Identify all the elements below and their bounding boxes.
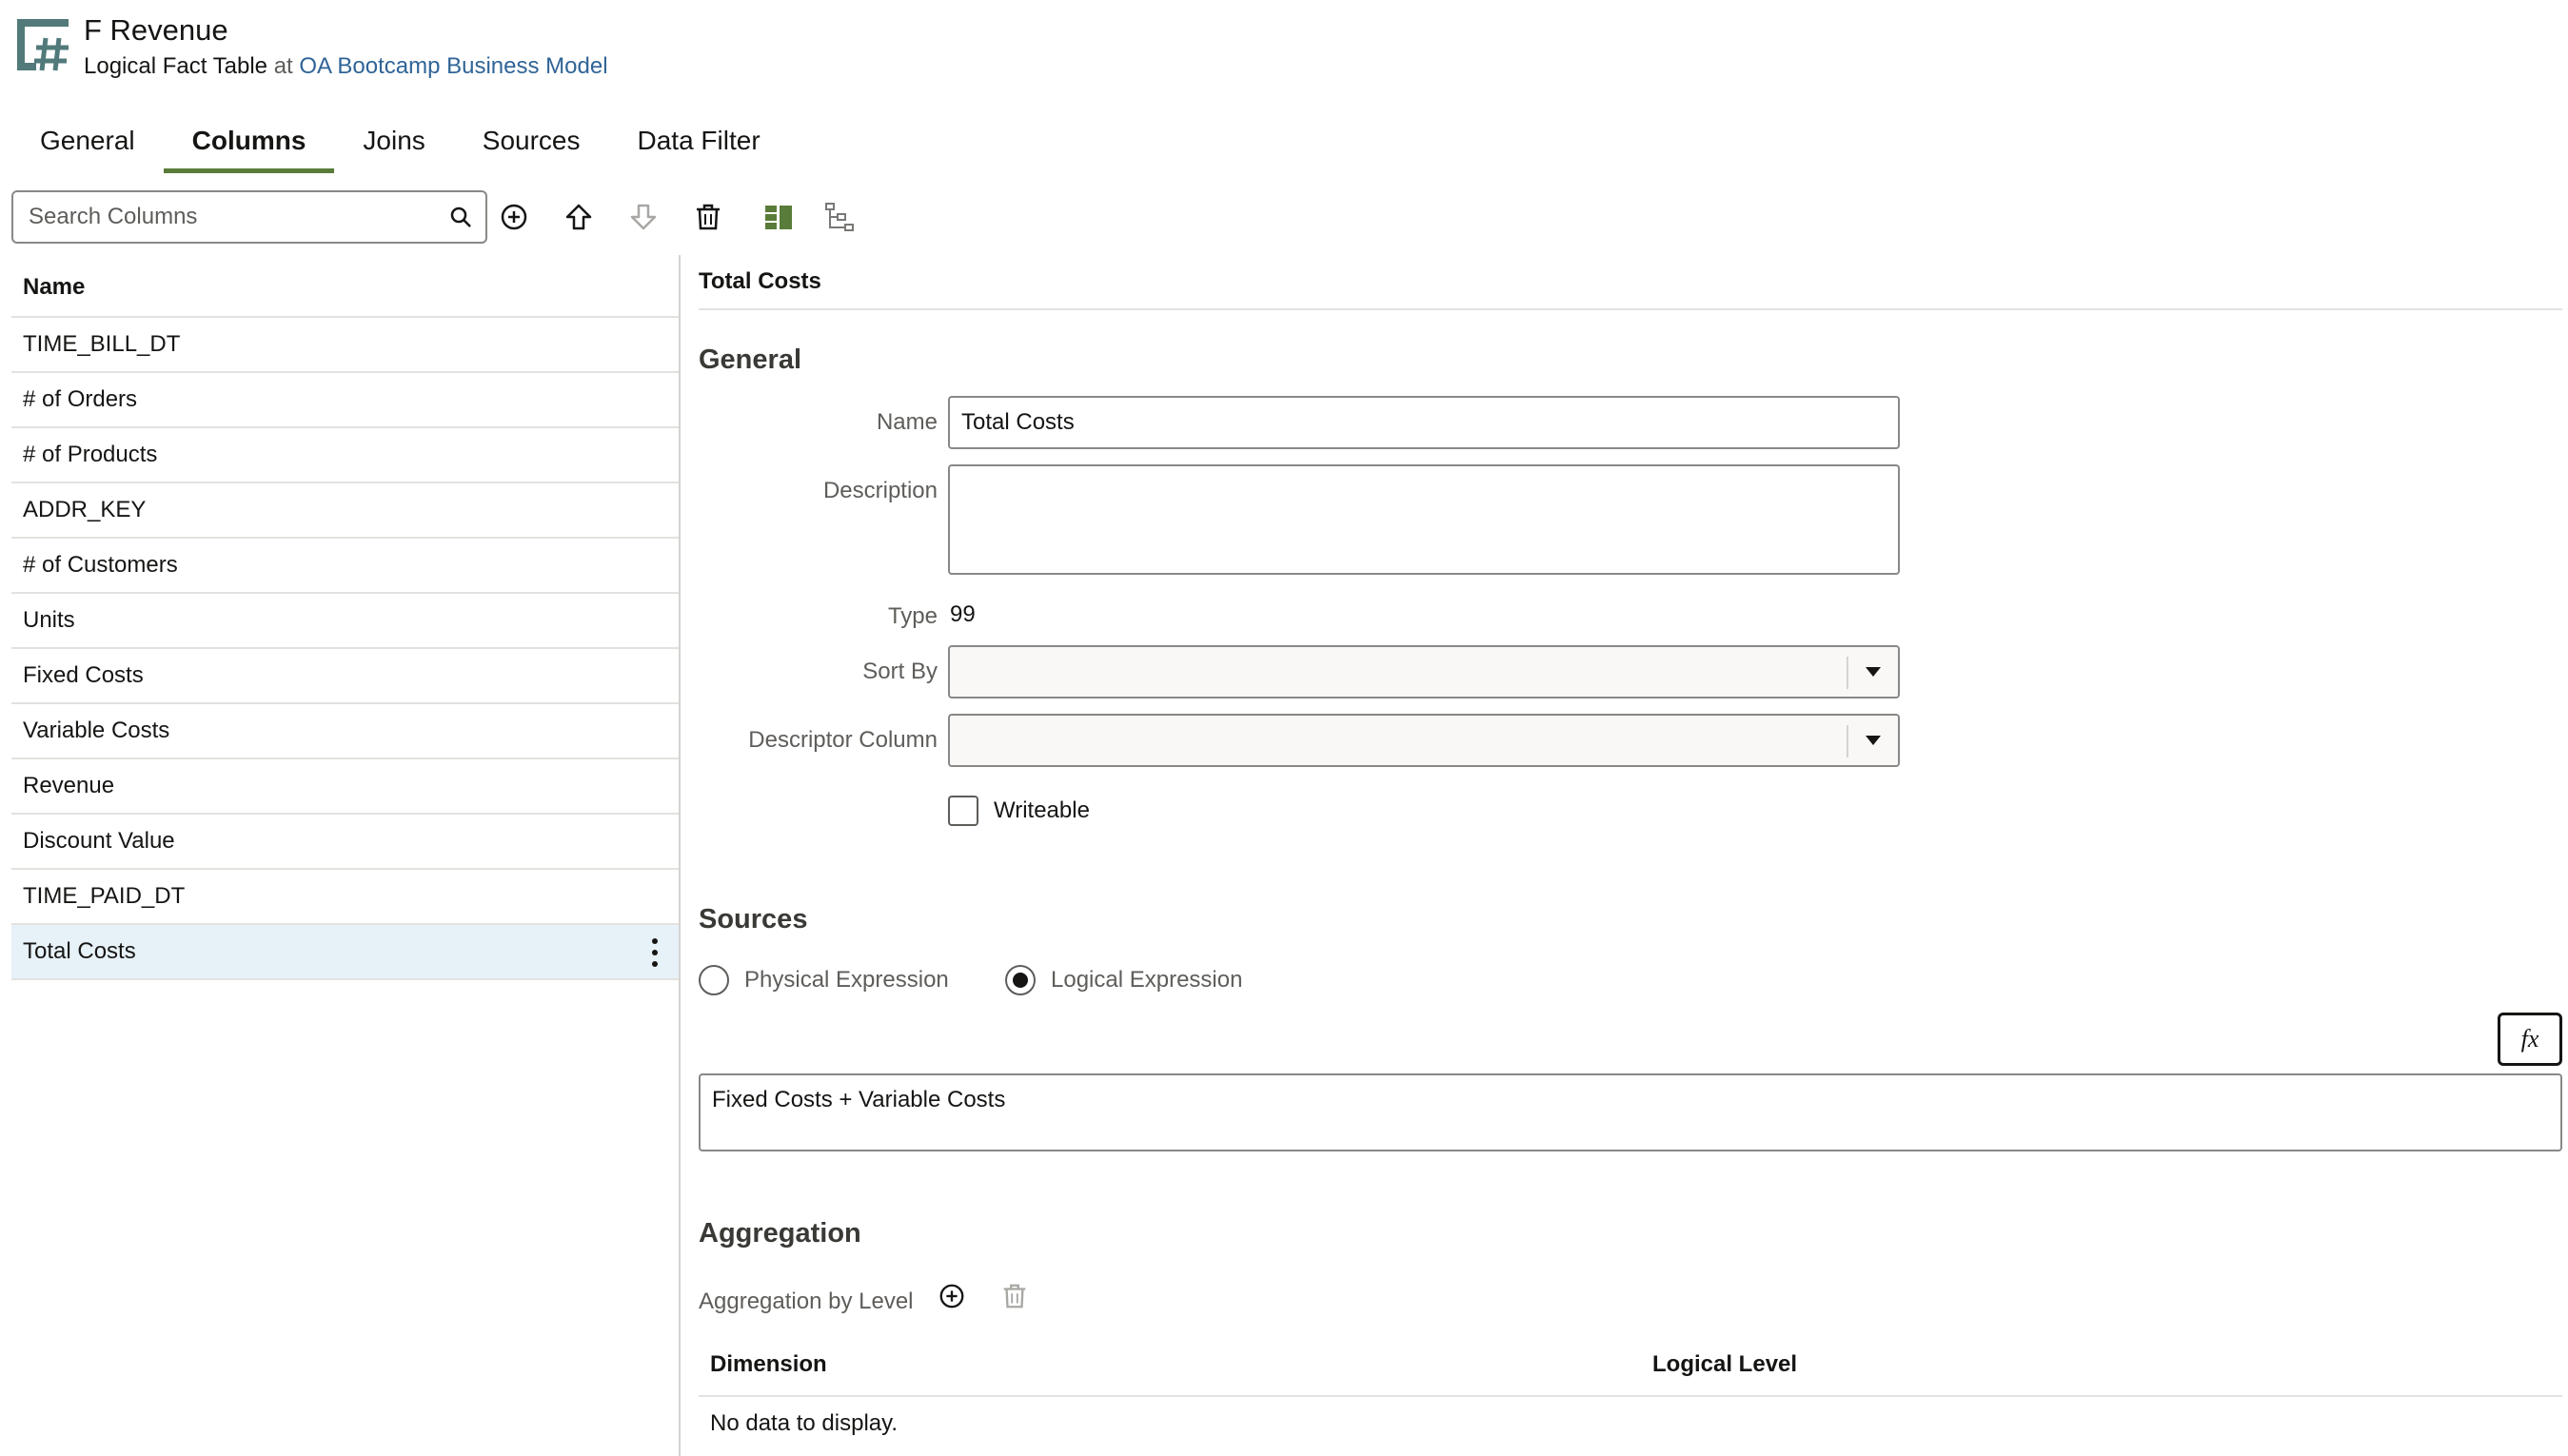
logical-expression-radio[interactable] [1005, 965, 1036, 995]
column-header-logical-level[interactable]: Logical Level [1652, 1351, 1797, 1378]
detail-divider [699, 308, 2562, 310]
tab-joins[interactable]: Joins [334, 118, 453, 173]
list-item[interactable]: # of Customers [11, 539, 680, 594]
page-title: F Revenue [84, 13, 228, 47]
arrow-down-icon [630, 204, 657, 230]
list-item[interactable]: Variable Costs [11, 704, 680, 759]
list-item[interactable]: ADDR_KEY [11, 483, 680, 539]
list-item-label: # of Orders [23, 386, 138, 412]
list-item[interactable]: Fixed Costs [11, 649, 680, 704]
pane-divider[interactable] [679, 255, 681, 1456]
descriptor-column-label: Descriptor Column [748, 727, 938, 753]
list-item-label: Units [23, 607, 75, 633]
move-up-button[interactable] [560, 198, 598, 236]
list-item-label: TIME_PAID_DT [23, 883, 186, 909]
list-item-label: Revenue [23, 773, 115, 798]
object-type-label: Logical Fact Table [84, 53, 268, 79]
description-field [948, 464, 1900, 575]
aggregation-by-level-label: Aggregation by Level [699, 1289, 914, 1314]
empty-table-message: No data to display. [710, 1410, 899, 1436]
name-input[interactable] [950, 398, 1898, 447]
delete-column-button[interactable] [689, 198, 727, 236]
expression-field[interactable]: Fixed Costs + Variable Costs [699, 1073, 2562, 1151]
physical-expression-label: Physical Expression [744, 967, 949, 993]
logical-fact-table-icon [17, 19, 69, 71]
tab-sources[interactable]: Sources [454, 118, 609, 173]
name-label: Name [876, 409, 938, 435]
list-item-selected[interactable]: Total Costs [11, 925, 680, 980]
more-actions-icon[interactable] [649, 936, 661, 969]
general-section-heading: General [699, 344, 801, 375]
writeable-checkbox[interactable] [948, 796, 978, 826]
list-item-label: # of Customers [23, 552, 178, 578]
sort-by-label: Sort By [862, 659, 938, 684]
select-separator [1847, 725, 1848, 758]
list-item-label: TIME_BILL_DT [23, 331, 181, 357]
writeable-label: Writeable [994, 797, 1090, 823]
sort-by-select[interactable] [948, 645, 1900, 698]
tab-bar: General Columns Joins Sources Data Filte… [11, 118, 789, 173]
chevron-down-icon [1866, 667, 1881, 677]
list-detail-view-icon [765, 206, 792, 229]
table-header-divider [699, 1395, 2562, 1397]
list-item[interactable]: # of Products [11, 428, 680, 483]
list-item-label: Variable Costs [23, 718, 170, 743]
tab-columns[interactable]: Columns [163, 118, 335, 173]
trash-icon [697, 204, 720, 230]
list-item[interactable]: # of Orders [11, 373, 680, 428]
add-circle-icon [501, 204, 527, 230]
trash-icon [1003, 1284, 1026, 1308]
physical-expression-radio[interactable] [699, 965, 729, 995]
hierarchy-view-toggle[interactable] [820, 198, 859, 236]
expression-editor-button[interactable]: fx [2498, 1013, 2562, 1066]
delete-aggregation-level-button[interactable] [996, 1277, 1034, 1315]
type-value: 99 [950, 601, 976, 627]
type-label: Type [887, 603, 938, 629]
name-field [948, 396, 1900, 449]
business-model-link[interactable]: OA Bootcamp Business Model [299, 53, 607, 79]
list-item[interactable]: Revenue [11, 759, 680, 815]
list-item-label: Fixed Costs [23, 662, 144, 688]
select-separator [1847, 657, 1848, 689]
columns-list: Name TIME_BILL_DT # of Orders # of Produ… [11, 255, 680, 1456]
column-header-dimension[interactable]: Dimension [710, 1351, 827, 1378]
arrow-up-icon [565, 204, 592, 230]
page-subtitle: Logical Fact Table at OA Bootcamp Busine… [84, 53, 608, 80]
app-root: F Revenue Logical Fact Table at OA Bootc… [0, 0, 2568, 1456]
sources-section-heading: Sources [699, 904, 808, 935]
description-label: Description [822, 478, 938, 503]
list-item[interactable]: Discount Value [11, 815, 680, 870]
detail-title: Total Costs [699, 268, 821, 294]
search-icon[interactable] [447, 204, 474, 230]
add-aggregation-level-button[interactable] [933, 1277, 971, 1315]
list-item-label: # of Products [23, 442, 158, 467]
chevron-down-icon [1866, 736, 1881, 745]
tab-general[interactable]: General [11, 118, 164, 173]
list-item-label: Total Costs [23, 938, 136, 964]
list-item-label: ADDR_KEY [23, 497, 147, 522]
list-item-label: Discount Value [23, 828, 175, 854]
list-item[interactable]: TIME_BILL_DT [11, 318, 680, 373]
detail-view-toggle[interactable] [760, 198, 798, 236]
aggregation-section-heading: Aggregation [699, 1218, 861, 1249]
logical-expression-label: Logical Expression [1051, 967, 1243, 993]
move-down-button[interactable] [624, 198, 662, 236]
list-header-name: Name [11, 255, 680, 318]
hierarchy-icon [825, 203, 854, 231]
list-item[interactable]: Units [11, 594, 680, 649]
subtitle-at: at [273, 53, 293, 79]
add-column-button[interactable] [495, 198, 533, 236]
descriptor-column-select[interactable] [948, 714, 1900, 767]
list-item[interactable]: TIME_PAID_DT [11, 870, 680, 925]
search-columns-input[interactable] [13, 192, 413, 242]
search-columns-box [11, 190, 487, 244]
description-textarea[interactable] [950, 466, 1898, 573]
tab-data-filter[interactable]: Data Filter [609, 118, 789, 173]
add-circle-icon [939, 1284, 964, 1308]
